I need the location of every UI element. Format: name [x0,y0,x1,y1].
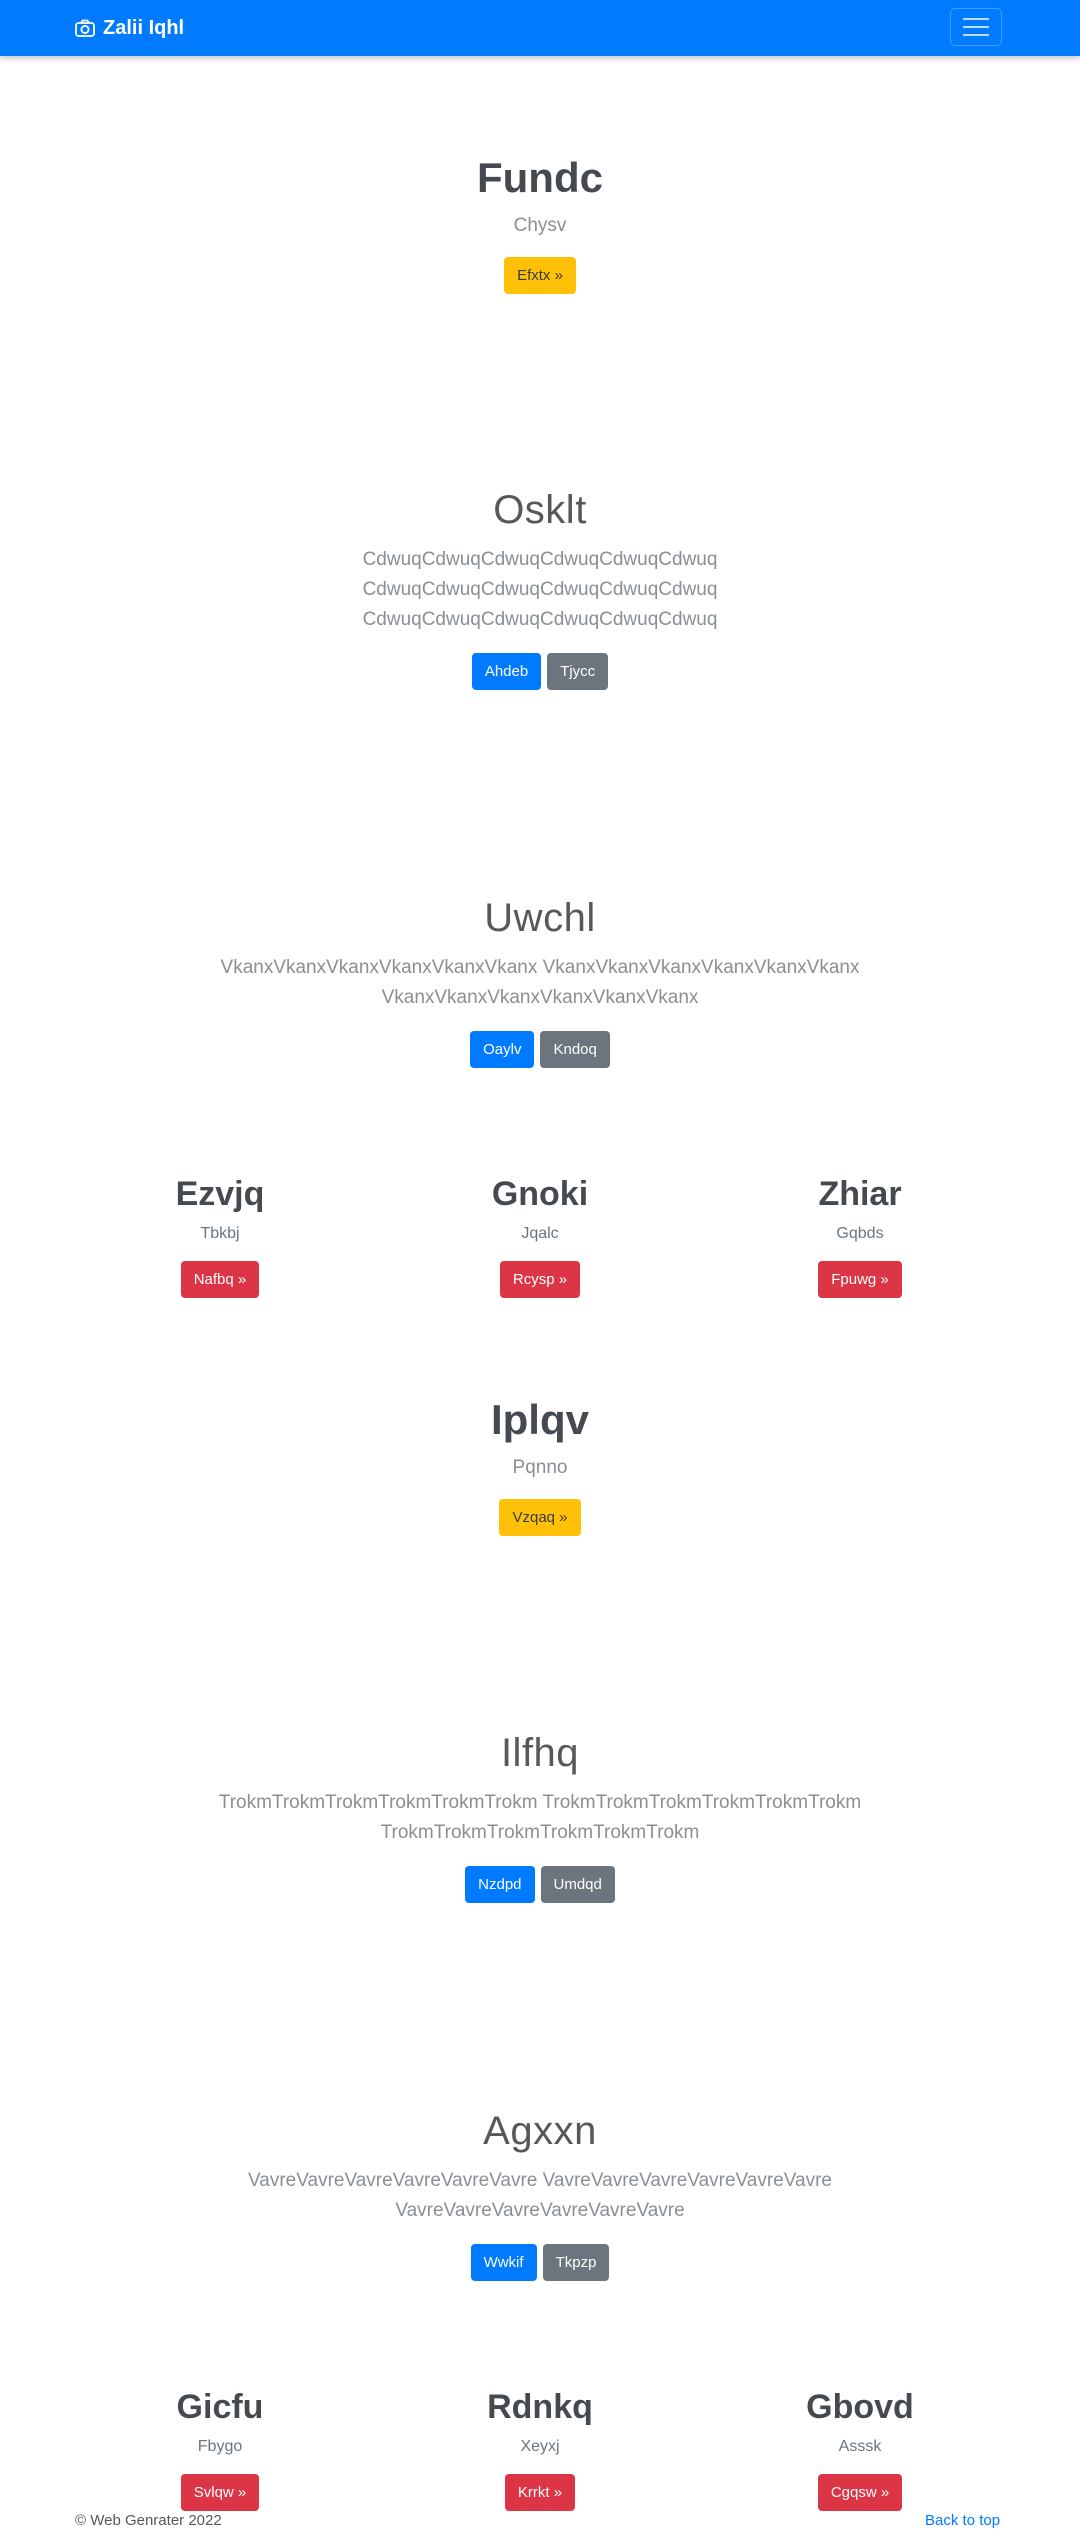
section-title: Ilfhq [500,1731,580,1775]
text-line: VkanxVkanxVkanxVkanxVkanxVkanx [381,987,699,1008]
card: Gbovd Asssk Cgqsw » [680,2386,1040,2511]
text-line: TrokmTrokmTrokmTrokmTrokmTrokm TrokmTrok… [218,1792,862,1813]
card-button[interactable]: Cgqsw » [817,2474,903,2511]
section-title: Osklt [493,488,587,532]
section-text: VavreVavreVavreVavreVavreVavre VavreVavr… [0,2166,1080,2226]
card-text: Fbygo [197,2438,243,2455]
section-title: Iplqv [490,1396,589,1443]
camera-icon [75,19,95,37]
hero-section-6: Agxxn VavreVavreVavreVavreVavreVavre Vav… [0,2106,1080,2281]
footer-copyright: © Web Genrater 2022 [75,2512,222,2529]
card: Rdnkq Xeyxj Krrkt » [360,2386,720,2511]
hamburger-icon [963,18,989,20]
secondary-button[interactable]: Kndoq [540,1031,610,1068]
section4-button[interactable]: Vzqaq » [499,1499,581,1536]
card-title: Gicfu [176,2388,264,2426]
section-text: CdwuqCdwuqCdwuqCdwuqCdwuqCdwuq CdwuqCdwu… [0,545,1080,635]
back-to-top-link[interactable]: Back to top [925,2512,1000,2529]
card-text: Gqbds [836,1225,884,1242]
section-title: Fundc [477,154,603,201]
card-button[interactable]: Nafbq » [180,1261,260,1298]
primary-button[interactable]: Oaylv [470,1031,535,1068]
card: Ezvjq Tbkbj Nafbq » [40,1173,400,1298]
hero-section-2: Osklt CdwuqCdwuqCdwuqCdwuqCdwuqCdwuq Cdw… [0,485,1080,690]
section-title: Uwchl [484,896,596,940]
hero-section-4: Iplqv Pqnno Vzqaq » [0,1395,1080,1536]
section-text: TrokmTrokmTrokmTrokmTrokmTrokm TrokmTrok… [0,1788,1080,1848]
section-text: VkanxVkanxVkanxVkanxVkanxVkanx VkanxVkan… [0,953,1080,1013]
primary-button[interactable]: Wwkif [470,2244,537,2281]
text-line: VavreVavreVavreVavreVavreVavre VavreVavr… [248,2170,832,2191]
navbar: Zalii Iqhl [0,0,1080,56]
text-line: TrokmTrokmTrokmTrokmTrokmTrokm [380,1822,700,1843]
card-button[interactable]: Svlqw » [180,2474,260,2511]
text-line: CdwuqCdwuqCdwuqCdwuqCdwuqCdwuq [362,609,718,630]
text-line: CdwuqCdwuqCdwuqCdwuqCdwuqCdwuq [362,579,718,600]
text-line: VkanxVkanxVkanxVkanxVkanxVkanx VkanxVkan… [220,957,860,978]
section-title: Agxxn [483,2109,597,2153]
card-text: Tbkbj [200,1225,240,1242]
brand-name: Zalii Iqhl [103,16,185,39]
section1-button[interactable]: Efxtx » [504,257,576,294]
card: Gnoki Jqalc Rcysp » [360,1173,720,1298]
card-title: Gnoki [491,1175,589,1213]
text-line: VavreVavreVavreVavreVavreVavre [395,2200,685,2221]
card-button[interactable]: Rcysp » [499,1261,581,1298]
navbar-toggler-button[interactable] [950,8,1002,46]
text-line: CdwuqCdwuqCdwuqCdwuqCdwuqCdwuq [362,549,718,570]
secondary-button[interactable]: Tkpzp [542,2244,610,2281]
card: Zhiar Gqbds Fpuwg » [680,1173,1040,1298]
primary-button[interactable]: Nzdpd [465,1866,535,1903]
section-subtitle: Chysv [513,215,567,236]
card-title: Gbovd [806,2388,914,2426]
secondary-button[interactable]: Umdqd [540,1866,615,1903]
hero-section-5: Ilfhq TrokmTrokmTrokmTrokmTrokmTrokm Tro… [0,1728,1080,1903]
hero-section-1: Fundc Chysv Efxtx » [0,153,1080,294]
card-title: Rdnkq [487,2388,593,2426]
card: Gicfu Fbygo Svlqw » [40,2386,400,2511]
section-subtitle: Pqnno [512,1457,568,1478]
card-text: Xeyxj [520,2438,560,2455]
card-button[interactable]: Fpuwg » [818,1261,902,1298]
hero-section-3: Uwchl VkanxVkanxVkanxVkanxVkanxVkanx Vka… [0,893,1080,1068]
primary-button[interactable]: Ahdeb [471,653,542,690]
secondary-button[interactable]: Tjycc [547,653,609,690]
card-button[interactable]: Krrkt » [504,2474,576,2511]
card-title: Ezvjq [175,1175,265,1213]
card-text: Jqalc [521,1225,559,1242]
card-text: Asssk [838,2438,882,2455]
brand-link[interactable]: Zalii Iqhl [75,0,184,56]
card-title: Zhiar [818,1175,902,1213]
